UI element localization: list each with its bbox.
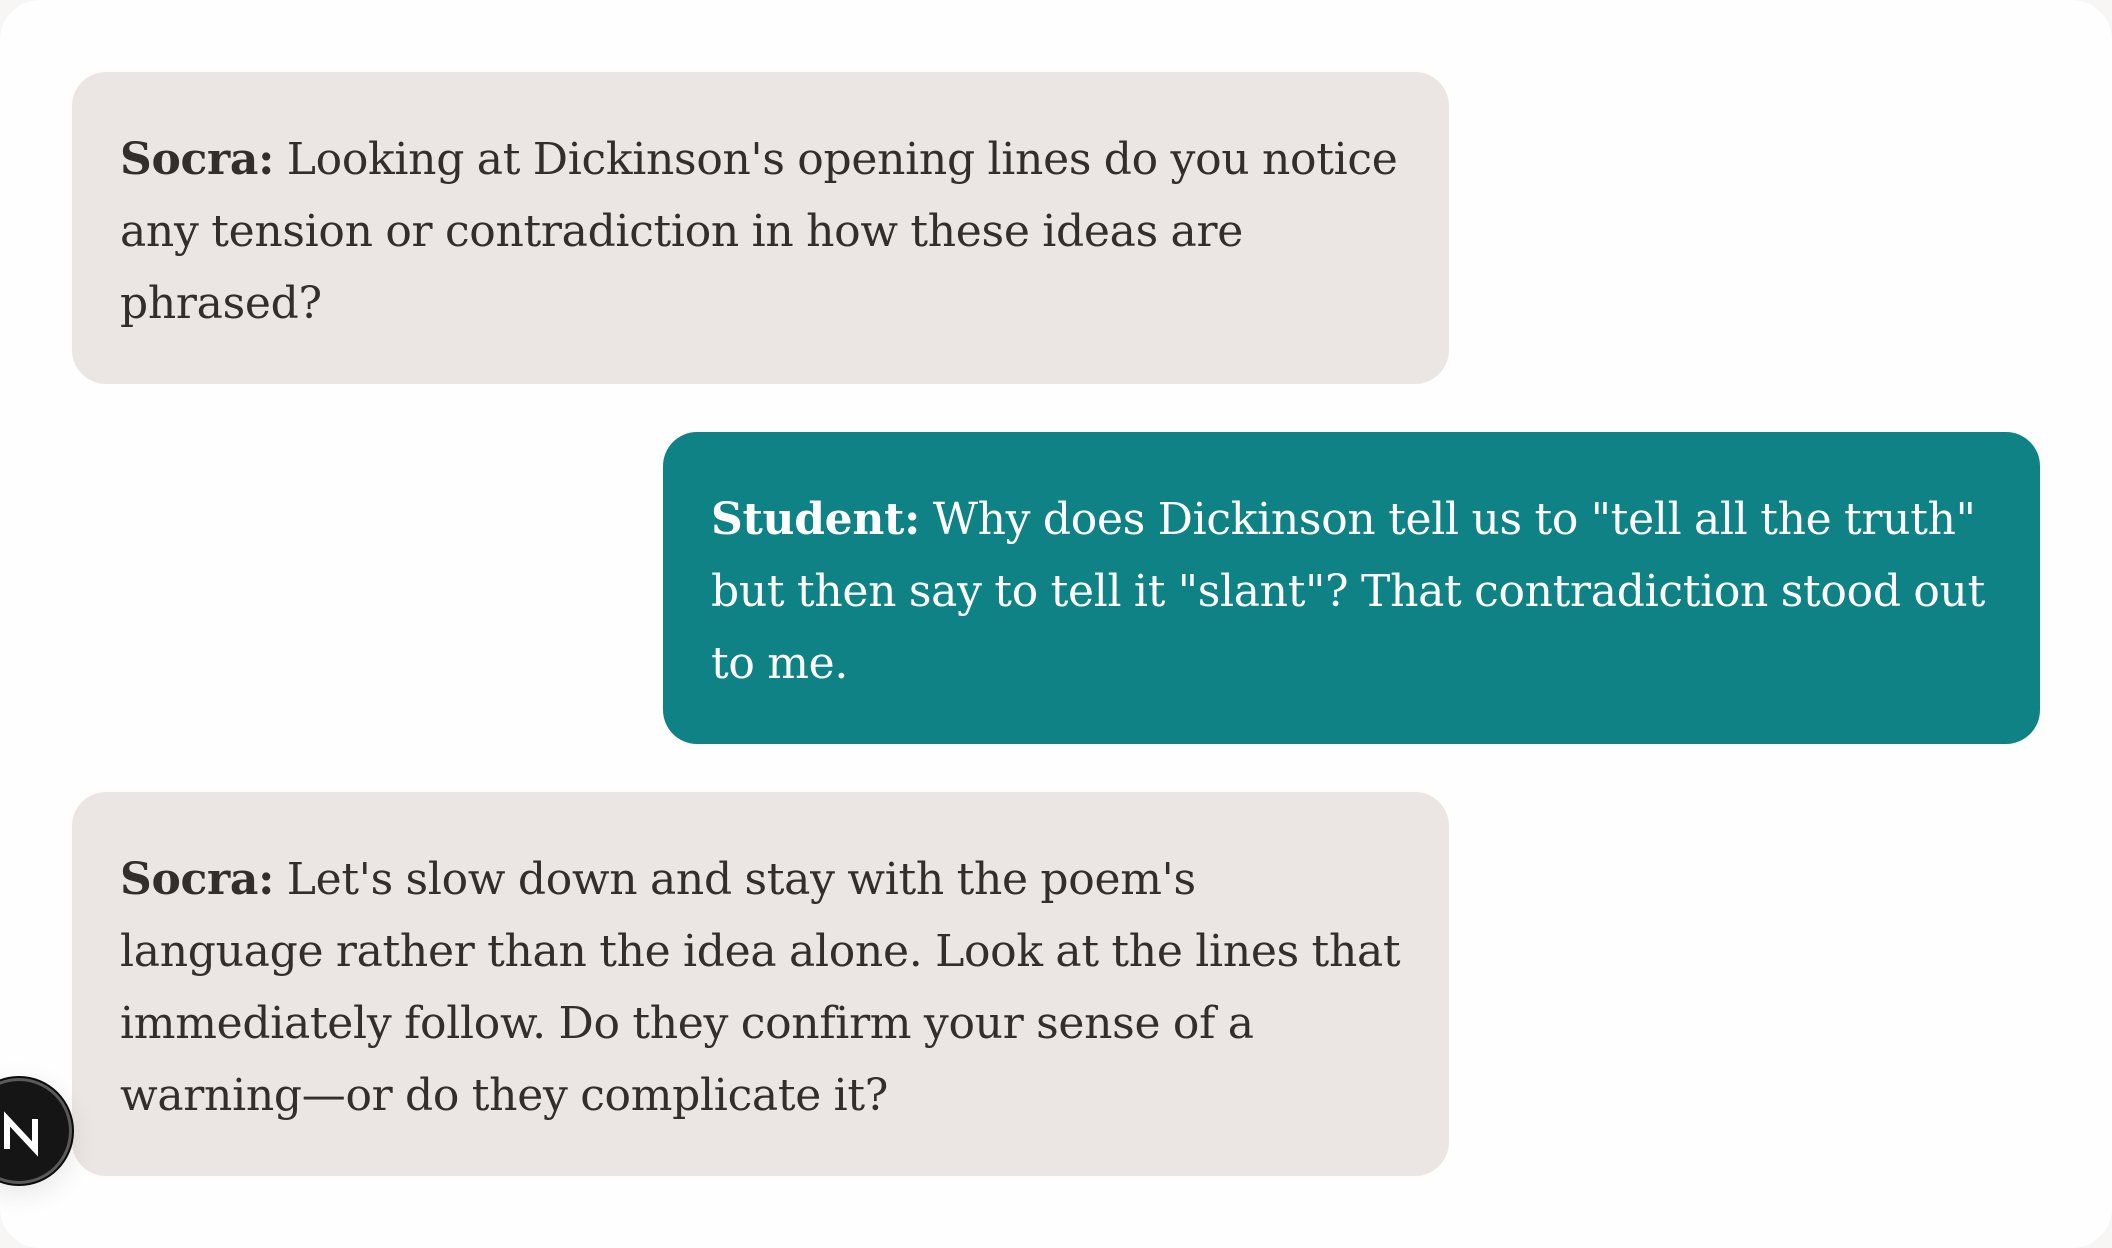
- speaker-label: Socra:: [120, 134, 275, 185]
- student-message-bubble: Student: Why does Dickinson tell us to "…: [663, 432, 2040, 744]
- chat-panel: Socra: Looking at Dickinson's opening li…: [0, 0, 2112, 1248]
- speaker-label: Socra:: [120, 854, 275, 905]
- tutor-message-bubble: Socra: Looking at Dickinson's opening li…: [72, 72, 1449, 384]
- dev-tools-button[interactable]: [0, 1078, 72, 1184]
- tutor-message-bubble: Socra: Let's slow down and stay with the…: [72, 792, 1449, 1176]
- speaker-label: Student:: [711, 494, 921, 545]
- next-logo-icon: [4, 1111, 38, 1157]
- message-text: Let's slow down and stay with the poem's…: [120, 854, 1401, 1121]
- message-text: Looking at Dickinson's opening lines do …: [120, 134, 1398, 329]
